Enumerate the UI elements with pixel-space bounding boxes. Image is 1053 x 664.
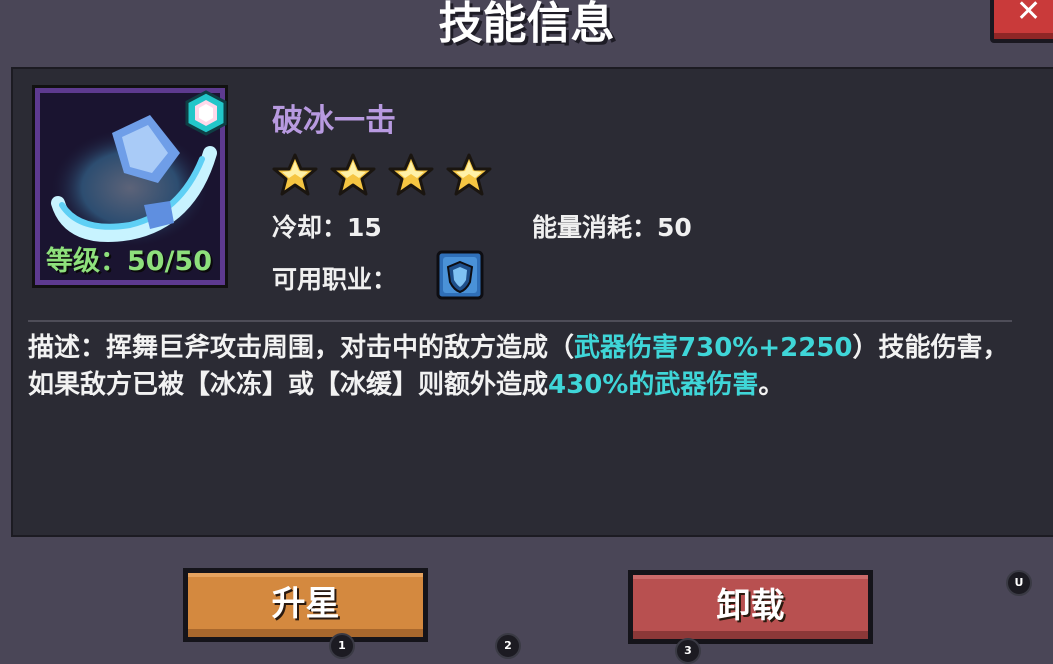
star-icon (272, 153, 318, 196)
class-label: 可用职业： (272, 265, 398, 294)
level-label: 等级： (46, 246, 127, 277)
skill-name: 破冰一击 (272, 103, 396, 139)
energy-stat: 能量消耗：50 (532, 208, 692, 244)
cooldown-value: 15 (347, 213, 382, 242)
close-icon: ✕ (1016, 0, 1042, 29)
page-title: 技能信息 (438, 0, 615, 49)
upgrade-star-button[interactable]: 升星 (183, 568, 428, 642)
keyboard-hint-badge: 2 (495, 633, 521, 659)
shield-class-icon[interactable] (436, 250, 484, 300)
divider (28, 320, 1012, 322)
star-icon (446, 153, 492, 196)
description-text: 。 (758, 370, 785, 400)
cooldown-label: 冷却： (272, 213, 348, 242)
level-value: 50/50 (127, 246, 213, 277)
energy-value: 50 (657, 213, 692, 242)
skill-level: 等级：50/50 (46, 239, 212, 278)
star-icon (388, 153, 434, 196)
star-icon (330, 153, 376, 196)
description-highlight: 武器伤害730%+2250 (574, 333, 853, 363)
skill-description: 描述：挥舞巨斧攻击周围，对击中的敌方造成（武器伤害730%+2250）技能伤害，… (28, 330, 1018, 404)
unload-button[interactable]: 卸载 (628, 570, 873, 644)
close-button[interactable]: ✕ (990, 0, 1053, 43)
energy-label: 能量消耗： (532, 213, 658, 242)
description-highlight: 430%的武器伤害 (548, 370, 759, 400)
keyboard-hint-badge: U (1006, 570, 1032, 596)
cooldown-stat: 冷却：15 (272, 208, 382, 244)
description-text: 描述：挥舞巨斧攻击周围，对击中的敌方造成（ (28, 333, 575, 363)
cyan-gem-icon (185, 90, 227, 136)
keyboard-hint-badge: 1 (329, 633, 355, 659)
keyboard-hint-badge: 3 (675, 638, 701, 664)
